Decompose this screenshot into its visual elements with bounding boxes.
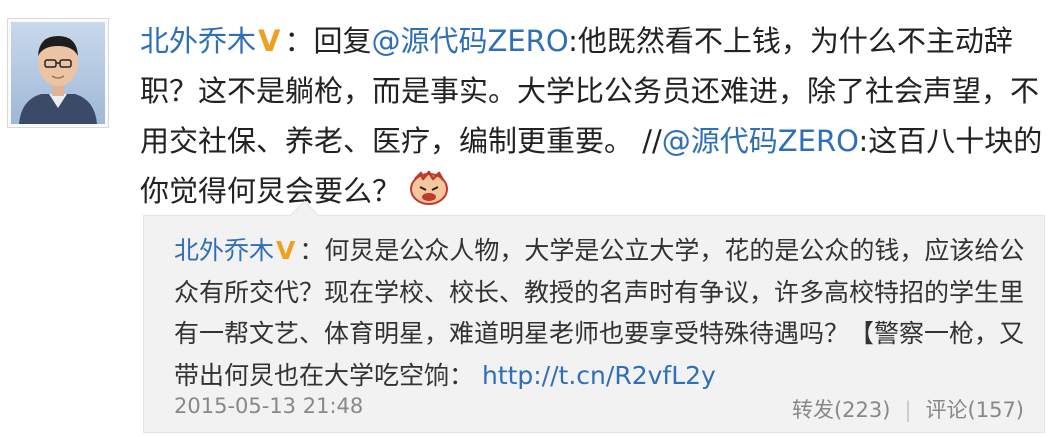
post-author-link[interactable]: 北外乔木: [140, 24, 256, 58]
short-link[interactable]: http://t.cn/R2vfL2y: [482, 361, 716, 390]
angry-face-emoji-icon: [407, 167, 451, 207]
post-actions: 转发(223) | 评论(157): [792, 394, 1024, 424]
weibo-post: 北外乔木V ：回复@源代码ZERO:他既然看不上钱，为什么不主动辞职？这不是躺枪，…: [140, 16, 1045, 216]
avatar[interactable]: [7, 18, 109, 128]
quoted-author-link[interactable]: 北外乔木: [174, 236, 274, 265]
mention-link[interactable]: @源代码ZERO: [371, 24, 568, 58]
quoted-footer: 2015-05-13 21:48 转发(223) | 评论(157): [174, 394, 1024, 426]
repost-button[interactable]: 转发(223): [792, 398, 890, 422]
quoted-post: 北外乔木V ：何炅是公众人物，大学是公立大学，花的是公众的钱，应该给公众有所交代？…: [143, 200, 1045, 433]
comment-button[interactable]: 评论(157): [926, 398, 1024, 422]
mention-link-2[interactable]: @源代码ZERO: [662, 124, 859, 158]
repost-separator: //: [642, 124, 662, 158]
divider: |: [904, 398, 912, 422]
avatar-photo: [11, 22, 105, 124]
timestamp[interactable]: 2015-05-13 21:48: [174, 394, 363, 418]
quoted-text-block: 北外乔木V ：何炅是公众人物，大学是公立大学，花的是公众的钱，应该给公众有所交代？…: [174, 230, 1034, 396]
verified-badge-icon: V: [258, 24, 281, 58]
verified-badge-icon: V: [276, 236, 296, 265]
reply-prefix: ：回复: [284, 24, 372, 58]
